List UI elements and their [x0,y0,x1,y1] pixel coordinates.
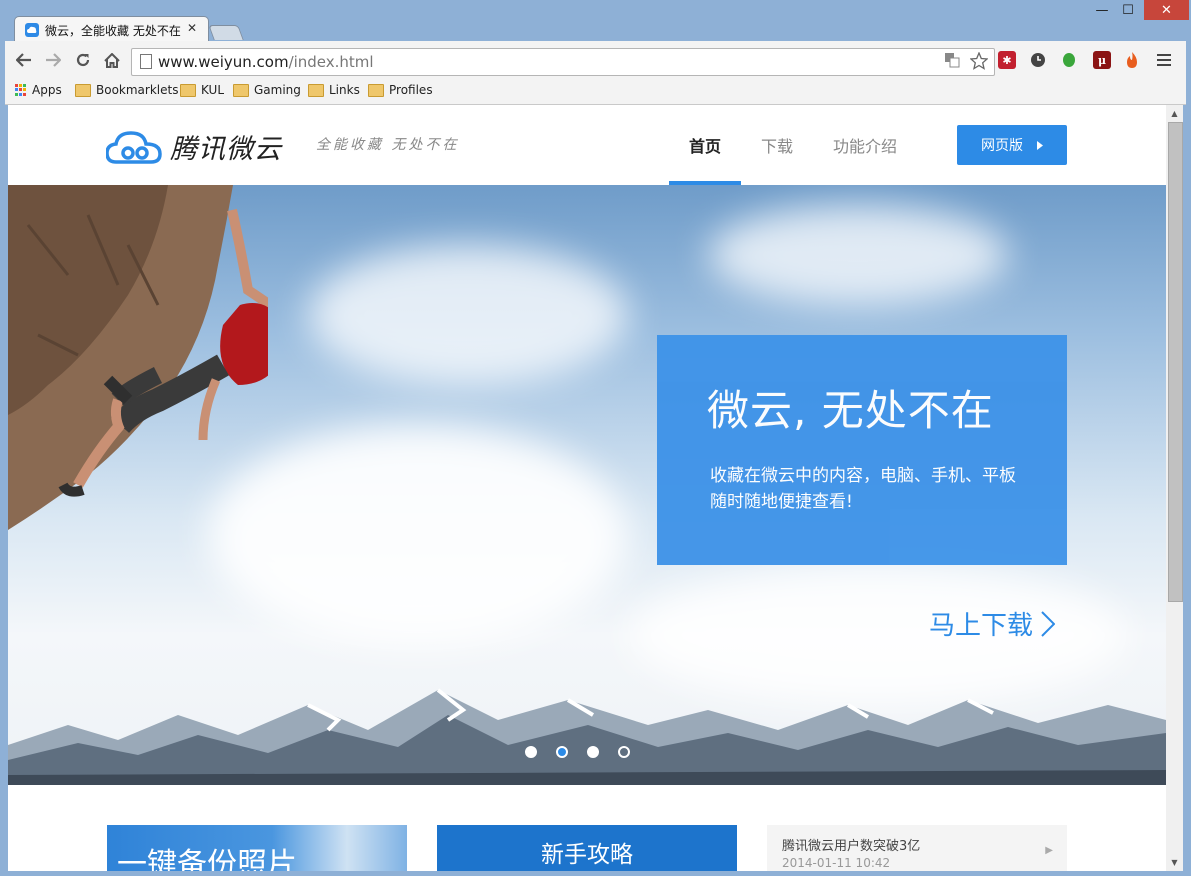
hero-message-card: 微云, 无处不在 收藏在微云中的内容，电脑、手机、平板随时随地便捷查看! [657,335,1067,565]
cloud-logo-icon [106,130,162,164]
download-now-label: 马上下载 [929,611,1034,641]
scroll-up-arrow-icon[interactable]: ▲ [1166,105,1183,122]
evernote-extension-icon[interactable] [1060,51,1078,69]
bookmark-label: Apps [32,83,62,97]
tab-title: 微云，全能收藏 无处不在 [45,24,181,38]
web-version-button[interactable]: 网页版 [957,125,1067,165]
bookmark-folder-bookmarklets[interactable]: Bookmarklets [75,83,178,97]
extension-red-icon[interactable]: ✱ [998,51,1016,69]
bookmark-label: Gaming [254,83,301,97]
back-arrow-icon[interactable] [13,49,35,71]
photo-backup-title: 一键备份照片 [117,847,297,871]
title-bar: — ☐ ✕ 微云，全能收藏 无处不在 ✕ [0,0,1191,42]
page-viewport: 腾讯微云 全能收藏 无处不在 首页 下载 功能介绍 网页版 微云, 无处不在 收… [8,105,1166,871]
forward-arrow-icon[interactable] [42,49,64,71]
site-header: 腾讯微云 全能收藏 无处不在 首页 下载 功能介绍 网页版 [8,105,1166,185]
translate-icon[interactable] [944,52,960,74]
cloud-shape [208,425,628,645]
logo-name: 腾讯微云 [170,134,282,165]
bookmark-folder-profiles[interactable]: Profiles [368,83,433,97]
bookmark-label: Links [329,83,360,97]
carousel-dot-1[interactable] [525,746,537,758]
ublock-extension-icon[interactable]: μ [1093,51,1111,69]
folder-icon [368,83,384,97]
nav-home[interactable]: 首页 [689,133,721,157]
site-logo[interactable]: 腾讯微云 [106,127,282,166]
tab-close-icon[interactable]: ✕ [187,21,197,35]
mountain-range-image [8,688,1166,785]
news-card[interactable]: 腾讯微云用户数突破3亿 2014-01-11 10:42 ▶ [767,825,1067,871]
news-arrow-icon: ▶ [1045,845,1053,856]
download-now-link[interactable]: 马上下载 [929,605,1056,642]
bookmark-folder-kul[interactable]: KUL [180,83,224,97]
nav-download[interactable]: 下载 [761,133,793,157]
site-tagline: 全能收藏 无处不在 [316,137,460,153]
vertical-scrollbar[interactable]: ▲ ▼ [1166,105,1183,871]
photo-backup-card[interactable]: 一键备份照片 [107,825,407,871]
news-title: 腾讯微云用户数突破3亿 [782,839,921,854]
cloud-shape [708,205,1008,305]
hero-description: 收藏在微云中的内容，电脑、手机、平板随时随地便捷查看! [710,466,1016,512]
hero-title: 微云, 无处不在 [707,386,994,435]
news-date: 2014-01-11 10:42 [782,856,891,870]
hero-banner: 微云, 无处不在 收藏在微云中的内容，电脑、手机、平板随时随地便捷查看! 马上下… [8,185,1166,785]
url-text: www.weiyun.com/index.html [158,53,374,71]
beginner-guide-title: 新手攻略 [541,842,633,868]
chevron-right-icon [1041,610,1056,637]
bookmark-folder-links[interactable]: Links [308,83,360,97]
maximize-button[interactable]: ☐ [1115,0,1141,20]
carousel-dot-4[interactable] [618,746,630,758]
folder-icon [75,83,91,97]
bookmark-apps[interactable]: Apps [15,83,62,97]
new-tab-button[interactable] [208,25,244,40]
folder-icon [180,83,196,97]
nav-features[interactable]: 功能介绍 [833,133,897,157]
bookmark-star-icon[interactable] [969,51,989,74]
web-version-label: 网页版 [981,138,1023,154]
scroll-thumb[interactable] [1168,122,1183,602]
folder-icon [308,83,324,97]
url-path: /index.html [288,53,374,71]
browser-toolbar: www.weiyun.com/index.html ✱ μ [5,41,1186,79]
chrome-menu-icon[interactable] [1155,51,1173,69]
bookmark-label: Profiles [389,83,433,97]
beginner-guide-card[interactable]: 新手攻略 [437,825,737,871]
weiyun-favicon-icon [25,23,39,37]
carousel-dot-2[interactable] [556,746,568,758]
browser-window: — ☐ ✕ 微云，全能收藏 无处不在 ✕ www.weiyun.com/inde… [0,0,1191,876]
bookmarks-bar: Apps Bookmarklets KUL Gaming Links Profi… [5,79,1186,105]
bookmark-folder-gaming[interactable]: Gaming [233,83,301,97]
page-icon [140,54,152,69]
reload-icon[interactable] [72,49,94,71]
apps-grid-icon [15,84,27,96]
bookmark-label: Bookmarklets [96,83,179,97]
rock-climber-image [8,185,268,530]
cloud-shape [308,245,628,385]
carousel-indicators [525,746,630,758]
close-window-button[interactable]: ✕ [1144,0,1189,20]
home-icon[interactable] [101,49,123,71]
minimize-button[interactable]: — [1089,0,1115,20]
folder-icon [233,83,249,97]
play-arrow-icon [1037,140,1043,150]
browser-tab-active[interactable]: 微云，全能收藏 无处不在 ✕ [14,16,209,42]
bookmark-label: KUL [201,83,225,97]
url-host: www.weiyun.com [158,53,289,71]
fire-extension-icon[interactable] [1123,51,1141,69]
clock-extension-icon[interactable] [1029,51,1047,69]
address-bar[interactable]: www.weiyun.com/index.html [131,48,995,76]
scroll-down-arrow-icon[interactable]: ▼ [1166,854,1183,871]
carousel-dot-3[interactable] [587,746,599,758]
